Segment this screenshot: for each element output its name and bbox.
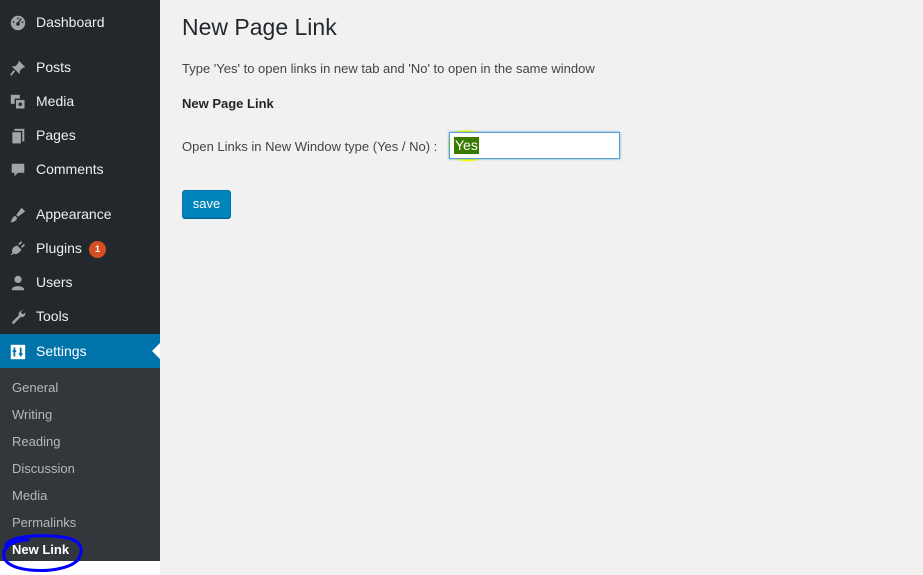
sidebar-item-label: Plugins — [36, 240, 82, 256]
dashboard-icon — [9, 14, 27, 32]
sidebar-item-comments[interactable]: Comments — [0, 152, 160, 186]
sidebar-item-users[interactable]: Users — [0, 265, 160, 299]
sidebar-item-tools[interactable]: Tools — [0, 299, 160, 333]
sidebar-item-label: Appearance — [36, 206, 112, 222]
sidebar-item-label: Media — [36, 93, 75, 109]
sidebar-item-label: Dashboard — [36, 14, 105, 30]
open-links-field: Yes — [449, 132, 620, 159]
brush-icon — [9, 206, 27, 224]
submenu-item-media[interactable]: Media — [12, 488, 47, 504]
main-content: New Page Link Type 'Yes' to open links i… — [160, 0, 923, 575]
sidebar-item-posts[interactable]: Posts — [0, 50, 160, 84]
page-title: New Page Link — [182, 14, 337, 40]
submenu-item-general[interactable]: General — [12, 380, 58, 396]
pin-icon — [9, 59, 27, 77]
sidebar-item-media[interactable]: Media — [0, 84, 160, 118]
wp-admin-window: Dashboard Posts Media Pages Comments App… — [0, 0, 923, 575]
active-indicator-arrow — [152, 343, 160, 359]
media-icon — [9, 93, 27, 111]
submenu-item-reading[interactable]: Reading — [12, 434, 60, 450]
comment-icon — [9, 161, 27, 179]
plugins-update-badge: 1 — [89, 241, 106, 258]
sidebar-item-label: Tools — [36, 308, 69, 324]
submenu-item-discussion[interactable]: Discussion — [12, 461, 75, 477]
sidebar-item-pages[interactable]: Pages — [0, 118, 160, 152]
sidebar-item-settings[interactable]: Settings — [0, 334, 160, 368]
pages-icon — [9, 127, 27, 145]
sidebar-item-dashboard[interactable]: Dashboard — [0, 5, 160, 39]
plug-icon — [9, 240, 27, 258]
sidebar-item-plugins[interactable]: Plugins — [0, 231, 160, 265]
sidebar-item-label: Posts — [36, 59, 72, 75]
sidebar-item-appearance[interactable]: Appearance — [0, 197, 160, 231]
submenu-item-new-link[interactable]: New Link — [12, 542, 69, 558]
sidebar-item-label: Users — [36, 274, 73, 290]
settings-icon — [9, 343, 27, 361]
instructions-text: Type 'Yes' to open links in new tab and … — [182, 61, 595, 76]
save-button[interactable]: save — [182, 190, 231, 218]
admin-sidebar: Dashboard Posts Media Pages Comments App… — [0, 0, 160, 561]
settings-submenu: General Writing Reading Discussion Media… — [0, 368, 160, 561]
submenu-item-writing[interactable]: Writing — [12, 407, 52, 423]
sidebar-item-label: Comments — [36, 161, 104, 177]
submenu-item-permalinks[interactable]: Permalinks — [12, 515, 76, 531]
sidebar-item-label: Settings — [36, 343, 87, 359]
sidebar-item-label: Pages — [36, 127, 76, 143]
open-links-label: Open Links in New Window type (Yes / No)… — [182, 139, 438, 154]
open-links-input[interactable] — [449, 132, 620, 159]
wrench-icon — [9, 308, 27, 326]
user-icon — [9, 274, 27, 292]
section-title: New Page Link — [182, 96, 274, 111]
